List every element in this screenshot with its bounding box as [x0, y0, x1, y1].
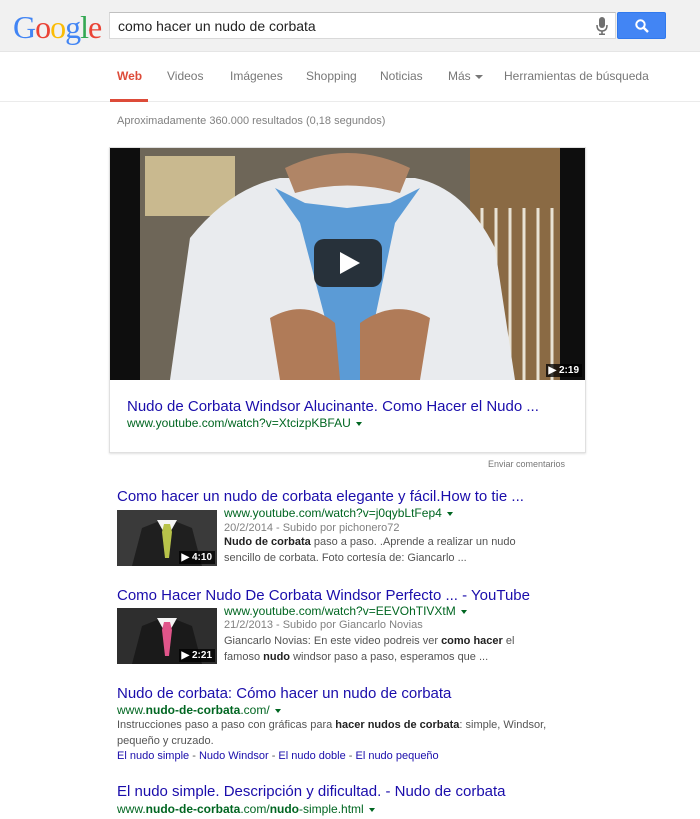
featured-video-url: www.youtube.com/watch?v=XtcizpKBFAU: [127, 416, 362, 430]
duration-text: 2:21: [191, 650, 212, 661]
result-snippet: Nudo de corbata paso a paso. .Aprende a …: [224, 534, 554, 566]
search-tabs: Web Videos Imágenes Shopping Noticias Má…: [0, 52, 700, 102]
logo-letter: o: [35, 9, 51, 45]
snippet-text: paso a paso. .Aprende a realizar un nudo: [310, 536, 516, 548]
tab-more[interactable]: Más: [448, 69, 483, 83]
logo-letter: l: [80, 9, 89, 45]
duration-text: 2:19: [558, 365, 579, 376]
video-duration: ▶ 2:19: [545, 364, 582, 377]
logo-letter: g: [65, 9, 81, 45]
url-dropdown-icon[interactable]: [274, 708, 281, 713]
snippet-text: sencillo de corbata. Foto cortesía de: G…: [224, 552, 467, 564]
send-feedback-link[interactable]: Enviar comentarios: [488, 459, 565, 469]
sitelink-separator: -: [268, 750, 279, 762]
result-thumbnail[interactable]: ▶ 4:10: [117, 510, 217, 566]
active-tab-indicator: [110, 99, 148, 102]
featured-video-card: ▶ 2:19 Nudo de Corbata Windsor Alucinant…: [109, 147, 586, 453]
result-url: www.nudo-de-corbata.com/nudo-simple.html: [117, 802, 375, 816]
url-bold: nudo-de-corbata: [145, 703, 241, 717]
url-text: www.: [117, 703, 146, 717]
video-duration: ▶ 4:10: [178, 551, 215, 564]
header: Google como hacer un nudo de corbata: [0, 0, 700, 52]
result-title[interactable]: Nudo de corbata: Cómo hacer un nudo de c…: [117, 685, 451, 702]
snippet-text: windsor paso a paso, esperamos que ...: [290, 651, 489, 663]
snippet-text: Instrucciones paso a paso con gráficas p…: [117, 719, 336, 731]
microphone-icon[interactable]: [595, 17, 609, 35]
snippet-bold: hacer nudos de corbata: [335, 719, 460, 731]
tab-shopping[interactable]: Shopping: [306, 69, 357, 83]
sitelink-nudo-doble[interactable]: El nudo doble: [278, 750, 345, 762]
tab-more-label: Más: [448, 69, 471, 83]
video-thumbnail[interactable]: ▶ 2:19: [110, 148, 585, 380]
snippet-text: Giancarlo Novias: En este video podreis …: [224, 635, 442, 647]
result-snippet: Giancarlo Novias: En este video podreis …: [224, 633, 554, 665]
sitelink-nudo-pequeno[interactable]: El nudo pequeño: [355, 750, 438, 762]
url-text: www.youtube.com/watch?v=XtcizpKBFAU: [127, 416, 351, 430]
snippet-text: : simple, Windsor,: [459, 719, 547, 731]
search-icon: [635, 19, 649, 33]
search-input[interactable]: como hacer un nudo de corbata: [109, 12, 616, 39]
tab-web[interactable]: Web: [117, 69, 142, 83]
snippet-bold: nudo: [263, 651, 291, 663]
result-title[interactable]: El nudo simple. Descripción y dificultad…: [117, 783, 506, 800]
url-dropdown-icon[interactable]: [355, 421, 362, 426]
logo-letter: e: [88, 9, 102, 45]
result-meta: 21/2/2013 - Subido por Giancarlo Novias: [224, 619, 423, 631]
url-dropdown-icon[interactable]: [460, 609, 467, 614]
url-dropdown-icon[interactable]: [368, 807, 375, 812]
result-thumbnail[interactable]: ▶ 2:21: [117, 608, 217, 664]
url-text: .com/: [240, 703, 270, 717]
result-url: www.youtube.com/watch?v=EEVOhTIVXtM: [224, 604, 467, 618]
result-url: www.nudo-de-corbata.com/: [117, 703, 281, 717]
result-snippet: Instrucciones paso a paso con gráficas p…: [117, 717, 577, 749]
snippet-bold: Nudo de corbata: [224, 536, 311, 548]
result-url: www.youtube.com/watch?v=j0qybLtFep4: [224, 506, 453, 520]
sitelink-nudo-windsor[interactable]: Nudo Windsor: [199, 750, 269, 762]
logo-letter: o: [50, 9, 66, 45]
snippet-text: pequeño y cruzado.: [117, 735, 214, 747]
url-text: www.: [117, 802, 146, 816]
url-text: www.youtube.com/watch?v=j0qybLtFep4: [224, 506, 442, 520]
result-meta: 20/2/2014 - Subido por pichonero72: [224, 522, 400, 534]
url-text: www.youtube.com/watch?v=EEVOhTIVXtM: [224, 604, 456, 618]
tab-videos[interactable]: Videos: [167, 69, 203, 83]
snippet-text: el: [502, 635, 515, 647]
result-stats: Aproximadamente 360.000 resultados (0,18…: [117, 115, 386, 127]
chevron-down-icon: [474, 74, 483, 79]
result-title[interactable]: Como Hacer Nudo De Corbata Windsor Perfe…: [117, 587, 530, 604]
snippet-bold: como hacer: [441, 635, 503, 647]
sitelinks: El nudo simple - Nudo Windsor - El nudo …: [117, 750, 439, 762]
featured-video-title[interactable]: Nudo de Corbata Windsor Alucinante. Como…: [127, 398, 539, 415]
logo-letter: G: [13, 9, 36, 45]
sitelink-nudo-simple[interactable]: El nudo simple: [117, 750, 189, 762]
url-bold: nudo-de-corbata: [145, 802, 241, 816]
tab-news[interactable]: Noticias: [380, 69, 423, 83]
tab-images[interactable]: Imágenes: [230, 69, 283, 83]
search-query: como hacer un nudo de corbata: [118, 18, 316, 34]
result-title[interactable]: Como hacer un nudo de corbata elegante y…: [117, 488, 524, 505]
search-button[interactable]: [617, 12, 666, 39]
tab-search-tools[interactable]: Herramientas de búsqueda: [504, 69, 649, 83]
google-logo[interactable]: Google: [13, 9, 102, 45]
snippet-text: famoso: [224, 651, 264, 663]
url-text: -simple.html: [299, 802, 364, 816]
url-text: .com/: [240, 802, 270, 816]
play-button[interactable]: [314, 239, 382, 287]
sitelink-separator: -: [189, 750, 199, 762]
play-icon: [340, 252, 360, 274]
url-dropdown-icon[interactable]: [446, 511, 453, 516]
duration-text: 4:10: [191, 552, 212, 563]
video-duration: ▶ 2:21: [178, 649, 215, 662]
url-bold: nudo: [269, 802, 300, 816]
